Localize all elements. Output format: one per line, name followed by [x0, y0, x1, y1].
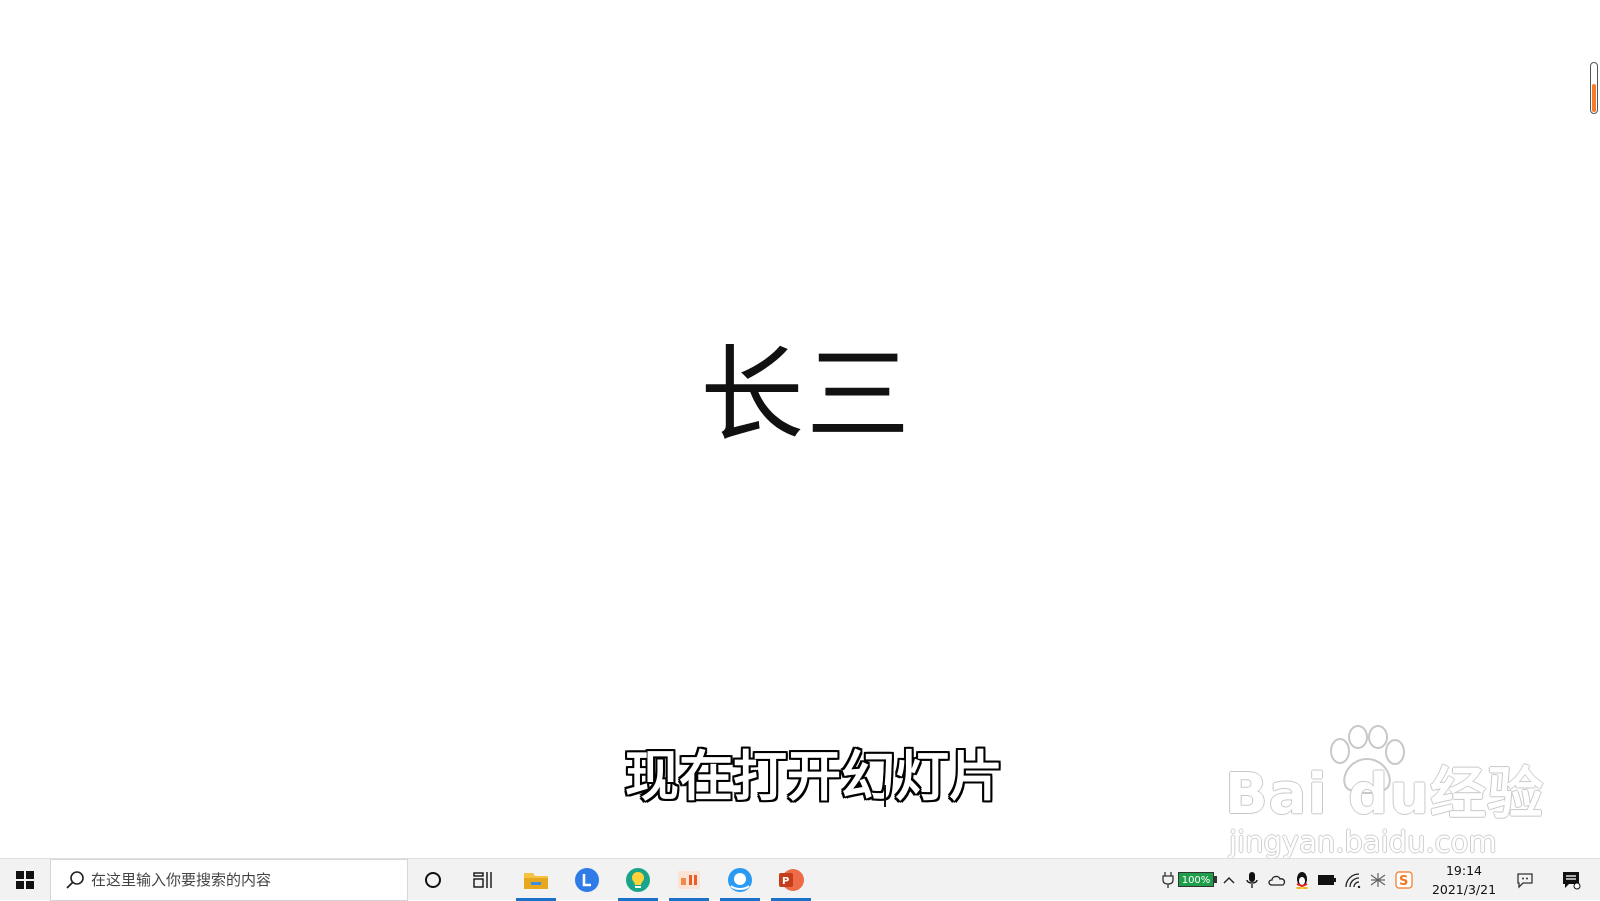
watermark-url: jingyan.baidu.com [1229, 825, 1497, 859]
notification-icon [1563, 872, 1581, 890]
battery-indicator[interactable]: 100% [1178, 872, 1214, 887]
cortana-circle-icon [425, 872, 441, 888]
search-icon [66, 871, 84, 889]
task-view-button[interactable] [460, 859, 506, 901]
tray-sogou-ime[interactable]: S [1393, 859, 1415, 901]
microphone-icon [1246, 872, 1258, 888]
scrollbar-fill [1592, 84, 1596, 112]
start-button[interactable] [0, 859, 50, 901]
watermark-brand: Bai du经验 [1225, 762, 1545, 827]
tray-battery-status[interactable] [1316, 859, 1338, 901]
taskbar-app-slides[interactable] [666, 859, 712, 901]
wifi-icon [1345, 873, 1361, 888]
browser-app-icon [728, 868, 752, 892]
powerpoint-icon: P [779, 869, 804, 891]
sogou-s-icon: S [1395, 871, 1413, 889]
chevron-up-icon [1223, 877, 1235, 884]
action-center-button[interactable] [1554, 859, 1588, 901]
lightbulb-app-icon [626, 868, 650, 892]
baidu-watermark: Bai du经验 jingyan.baidu.com [1225, 725, 1543, 860]
svg-text:S: S [1399, 874, 1408, 889]
slide-title: 长三 [700, 334, 913, 456]
tray-onedrive[interactable] [1266, 859, 1288, 901]
slide-scrollbar[interactable] [1590, 62, 1598, 114]
battery-tip-icon [1214, 876, 1217, 883]
network-app-icon [1370, 873, 1386, 887]
slideshow-app-icon [678, 871, 700, 889]
search-input[interactable] [91, 860, 401, 900]
tray-power-plug[interactable] [1160, 859, 1176, 901]
blue-l-app-icon [575, 868, 599, 892]
taskbar-clock[interactable]: 19:14 2021/3/21 [1422, 861, 1506, 899]
clock-date: 2021/3/21 [1431, 882, 1497, 897]
folder-icon [524, 873, 548, 889]
task-view-icon [473, 872, 492, 888]
cloud-icon [1268, 875, 1286, 886]
cortana-button[interactable] [410, 859, 456, 901]
taskbar-app-browser[interactable] [717, 859, 763, 901]
taskbar-app-powerpoint[interactable]: P [768, 859, 814, 901]
taskbar-app-file-explorer[interactable] [513, 859, 559, 901]
tray-network-app[interactable] [1367, 859, 1389, 901]
windows-logo-icon [16, 871, 34, 889]
tray-microphone[interactable] [1242, 859, 1262, 901]
tray-wifi[interactable] [1342, 859, 1364, 901]
tray-qq[interactable] [1292, 859, 1312, 901]
taskbar-app-lens[interactable] [564, 859, 610, 901]
chat-bubble-icon [1517, 873, 1533, 889]
taskbar: P 100% [0, 858, 1600, 901]
clock-time: 19:14 [1445, 863, 1483, 878]
svg-text:P: P [782, 876, 789, 887]
tray-wechat[interactable] [1512, 859, 1538, 901]
taskbar-search-box[interactable] [50, 859, 408, 901]
battery-icon [1318, 875, 1336, 885]
power-plug-icon [1162, 872, 1174, 888]
mouse-ibeam-cursor [884, 785, 886, 807]
qq-penguin-icon [1296, 872, 1308, 889]
video-subtitle: 现在打开幻灯片 [625, 745, 1003, 808]
tray-show-hidden[interactable] [1220, 859, 1238, 901]
taskbar-app-bulb[interactable] [615, 859, 661, 901]
slide-canvas: 长三 现在打开幻灯片 Bai du经验 jingyan.baidu.com [0, 0, 1600, 860]
